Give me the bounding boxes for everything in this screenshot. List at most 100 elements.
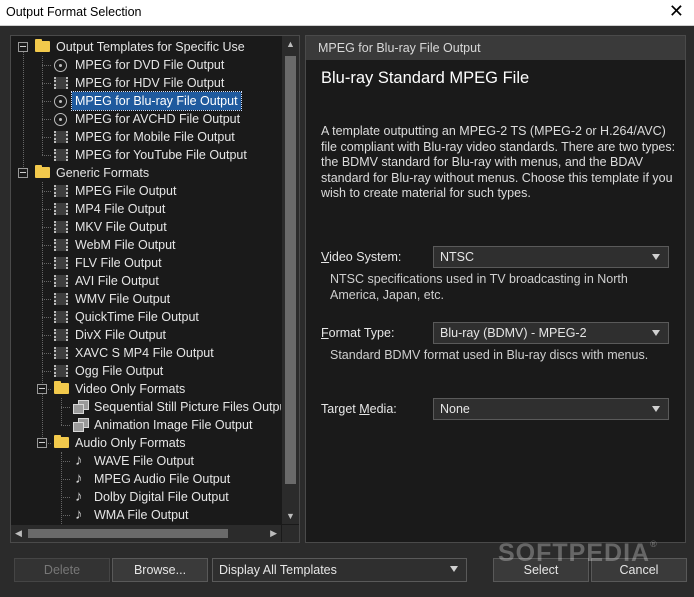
folder-icon <box>35 39 50 52</box>
film-icon <box>54 275 68 287</box>
tree-item[interactable]: MPEG for Mobile File Output <box>11 128 281 146</box>
tree-item[interactable]: ♪ WAVE File Output <box>11 452 281 470</box>
scroll-corner <box>282 525 299 542</box>
tree-item-label: MPEG Audio File Output <box>94 472 231 486</box>
display-templates-select[interactable]: Display All Templates <box>212 558 467 582</box>
tree-item[interactable]: AVI File Output <box>11 272 281 290</box>
tree-item-label: MPEG for YouTube File Output <box>75 148 247 162</box>
tree-item[interactable]: ♪ WMA File Output <box>11 506 281 524</box>
tree-item[interactable]: WMV File Output <box>11 290 281 308</box>
collapse-icon[interactable] <box>37 438 47 448</box>
tree-item[interactable]: MKV File Output <box>11 218 281 236</box>
tree-item-label: Ogg File Output <box>75 364 164 378</box>
film-icon <box>54 221 68 233</box>
film-icon <box>54 149 68 161</box>
target-media-select[interactable]: None <box>433 398 669 420</box>
window-title: Output Format Selection <box>6 5 142 19</box>
panel-header-text: MPEG for Blu-ray File Output <box>318 41 481 55</box>
scroll-left-icon[interactable]: ◀ <box>15 528 22 539</box>
chevron-down-icon <box>652 254 660 260</box>
music-note-icon: ♪ <box>75 506 83 523</box>
display-templates-value: Display All Templates <box>219 563 337 577</box>
music-note-icon: ♪ <box>75 488 83 505</box>
browse-button[interactable]: Browse... <box>112 558 208 582</box>
disc-icon <box>54 95 67 108</box>
close-icon[interactable]: ✕ <box>669 1 684 22</box>
tree-item[interactable]: ♪ MPEG Audio File Output <box>11 470 281 488</box>
scroll-up-icon[interactable]: ▲ <box>286 39 295 49</box>
tree-item-label: MPEG for AVCHD File Output <box>75 112 241 126</box>
video-system-select[interactable]: NTSC <box>433 246 669 268</box>
softpedia-watermark: SOFTPEDIA® <box>498 539 658 567</box>
tree-view: Output Templates for Specific Use MPEG fo… <box>11 36 281 524</box>
tree-item-label: WebM File Output <box>75 238 176 252</box>
tree-item[interactable]: Animation Image File Output <box>11 416 281 434</box>
tree-item[interactable]: MPEG for YouTube File Output <box>11 146 281 164</box>
folder-icon <box>54 435 69 448</box>
tree-item-label: MPEG for DVD File Output <box>75 58 225 72</box>
tree-item[interactable]: QuickTime File Output <box>11 308 281 326</box>
tree-horizontal-scroll-thumb[interactable] <box>28 529 228 538</box>
tree-item[interactable]: DivX File Output <box>11 326 281 344</box>
film-icon <box>54 77 68 89</box>
music-note-icon: ♪ <box>75 452 83 469</box>
scroll-right-icon[interactable]: ▶ <box>270 528 277 539</box>
collapse-icon[interactable] <box>18 168 28 178</box>
tree-item[interactable]: MPEG for Blu-ray File Output <box>11 91 281 111</box>
panel-header: MPEG for Blu-ray File Output <box>306 36 685 60</box>
tree-item[interactable]: MPEG for DVD File Output <box>11 56 281 74</box>
tree-item-label: Output Templates for Specific Use <box>56 40 245 54</box>
target-media-label: Target Media: <box>321 402 397 416</box>
tree-item[interactable]: XAVC S MP4 File Output <box>11 344 281 362</box>
details-panel: MPEG for Blu-ray File Output Blu-ray Sta… <box>305 35 686 543</box>
scroll-down-icon[interactable]: ▼ <box>286 511 295 521</box>
format-type-select[interactable]: Blu-ray (BDMV) - MPEG-2 <box>433 322 669 344</box>
video-system-label: Video System: <box>321 250 402 264</box>
tree-item[interactable]: ♪ Dolby Digital File Output <box>11 488 281 506</box>
tree-item[interactable]: Ogg File Output <box>11 362 281 380</box>
tree-vertical-scrollbar[interactable]: ▲ ▼ <box>282 36 299 524</box>
film-icon <box>54 365 68 377</box>
music-note-icon: ♪ <box>75 470 83 487</box>
tree-item-label: MPEG File Output <box>75 184 177 198</box>
film-icon <box>54 239 68 251</box>
film-icon <box>54 203 68 215</box>
tree-item[interactable]: MP4 File Output <box>11 200 281 218</box>
tree-item-label: Animation Image File Output <box>94 418 253 432</box>
tree-item-label: XAVC S MP4 File Output <box>75 346 214 360</box>
disc-icon <box>54 113 67 126</box>
tree-item-label: FLV File Output <box>75 256 162 270</box>
tree-item[interactable]: MPEG for HDV File Output <box>11 74 281 92</box>
image-stack-icon <box>73 418 89 432</box>
template-description: A template outputting an MPEG-2 TS (MPEG… <box>321 124 676 200</box>
tree-item-label: MPEG for HDV File Output <box>75 76 225 90</box>
target-media-value: None <box>440 402 470 416</box>
tree-horizontal-scrollbar[interactable]: ◀ ▶ <box>11 525 281 542</box>
tree-item-label: WAVE File Output <box>94 454 195 468</box>
template-tree[interactable]: Output Templates for Specific Use MPEG fo… <box>10 35 300 543</box>
tree-item[interactable]: MPEG for AVCHD File Output <box>11 110 281 128</box>
tree-item[interactable]: FLV File Output <box>11 254 281 272</box>
collapse-icon[interactable] <box>18 42 28 52</box>
film-icon <box>54 347 68 359</box>
film-icon <box>54 185 68 197</box>
tree-item[interactable]: Generic Formats <box>11 164 281 182</box>
tree-item[interactable]: Video Only Formats <box>11 380 281 398</box>
tree-item[interactable]: Audio Only Formats <box>11 434 281 452</box>
tree-item[interactable]: Sequential Still Picture Files Outpu <box>11 398 281 416</box>
disc-icon <box>54 59 67 72</box>
film-icon <box>54 257 68 269</box>
tree-item-label: Dolby Digital File Output <box>94 490 229 504</box>
collapse-icon[interactable] <box>37 384 47 394</box>
tree-item-label: QuickTime File Output <box>75 310 199 324</box>
tree-item-label: Audio Only Formats <box>75 436 186 450</box>
video-system-help: NTSC specifications used in TV broadcast… <box>330 272 628 302</box>
tree-item[interactable]: Output Templates for Specific Use <box>11 38 281 56</box>
chevron-down-icon <box>652 330 660 336</box>
tree-item-label: MP4 File Output <box>75 202 166 216</box>
tree-item[interactable]: WebM File Output <box>11 236 281 254</box>
tree-item[interactable]: MPEG File Output <box>11 182 281 200</box>
delete-button[interactable]: Delete <box>14 558 110 582</box>
tree-item-label: WMV File Output <box>75 292 171 306</box>
tree-vertical-scroll-thumb[interactable] <box>285 56 296 484</box>
